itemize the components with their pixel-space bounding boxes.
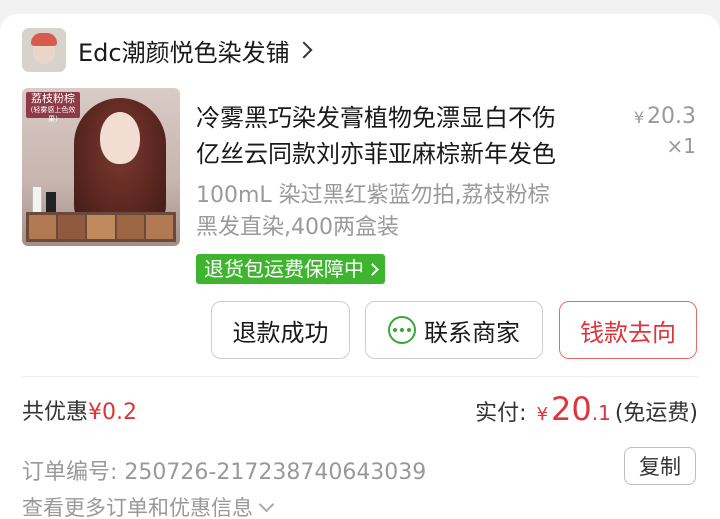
price-currency: ¥ (633, 108, 644, 127)
unit-price: ¥20.3 (634, 100, 696, 135)
return-shipping-tag-label: 退货包运费保障中 (204, 257, 364, 281)
chevron-right-icon (366, 262, 379, 276)
chevron-right-icon[interactable] (295, 41, 313, 59)
divider (22, 376, 698, 377)
paid-integer: 20 (551, 390, 592, 428)
contact-seller-label: 联系商家 (424, 318, 520, 347)
paid-currency: ¥ (536, 404, 549, 425)
product-spec: 100mL 染过黑红紫蓝勿拍,荔枝粉棕 黑发直染,400两盒装 (196, 180, 616, 244)
quantity: ×1 (666, 134, 696, 158)
shop-header[interactable]: Edc潮颜悦色染发铺 (22, 28, 313, 72)
chat-icon (388, 316, 416, 344)
product-title-line2: 亿丝云同款刘亦菲亚麻棕新年发色 (196, 140, 556, 168)
product-title[interactable]: 冷雾黑巧染发膏植物免漂显白不伤 亿丝云同款刘亦菲亚麻棕新年发色 (196, 100, 611, 172)
color-swatch-strip (26, 212, 176, 242)
more-order-info-link[interactable]: 查看更多订单和优惠信息 (22, 492, 275, 519)
chevron-down-icon (258, 496, 275, 512)
order-number-value: 250726-217238740643039 (124, 460, 427, 485)
model-face (100, 112, 140, 164)
price-decimal: .3 (675, 104, 696, 129)
order-number: 订单编号: 250726-217238740643039 (22, 454, 426, 486)
image-badge-label: 荔枝粉棕 (31, 92, 75, 105)
total-discount: 共优惠¥0.2 (22, 394, 137, 426)
product-spec-line1: 100mL 染过黑红紫蓝勿拍,荔枝粉棕 (196, 183, 550, 208)
order-number-label: 订单编号: (22, 460, 118, 485)
shipping-note: (免运费) (614, 401, 698, 426)
order-card: Edc潮颜悦色染发铺 荔枝粉棕 (轻雾感上色效果) 冷雾黑巧染发膏植物免漂显白不… (0, 14, 720, 519)
product-spec-line2: 黑发直染,400两盒装 (196, 215, 399, 240)
more-order-info-label: 查看更多订单和优惠信息 (22, 496, 253, 519)
return-shipping-tag[interactable]: 退货包运费保障中 (196, 254, 385, 284)
image-badge: 荔枝粉棕 (轻雾感上色效果) (26, 92, 80, 123)
copy-button[interactable]: 复制 (624, 447, 696, 485)
money-flow-button[interactable]: 钱款去向 (559, 301, 697, 359)
shop-avatar[interactable] (22, 28, 66, 72)
price-integer: 20 (647, 104, 675, 129)
avatar-hair (31, 33, 57, 46)
contact-seller-button[interactable]: 联系商家 (365, 301, 543, 359)
discount-label: 共优惠 (22, 400, 89, 425)
refund-success-button[interactable]: 退款成功 (211, 301, 350, 359)
image-badge-sublabel: (轻雾感上色效果) (30, 106, 76, 123)
paid-decimal: .1 (591, 401, 611, 425)
shop-name[interactable]: Edc潮颜悦色染发铺 (78, 33, 290, 68)
product-image[interactable]: 荔枝粉棕 (轻雾感上色效果) (22, 88, 180, 246)
paid-label: 实付: (475, 401, 527, 426)
paid-amount: 实付: ¥ 20 .1 (免运费) (475, 390, 698, 428)
product-title-line1: 冷雾黑巧染发膏植物免漂显白不伤 (196, 104, 556, 132)
discount-value: ¥0.2 (88, 400, 137, 425)
